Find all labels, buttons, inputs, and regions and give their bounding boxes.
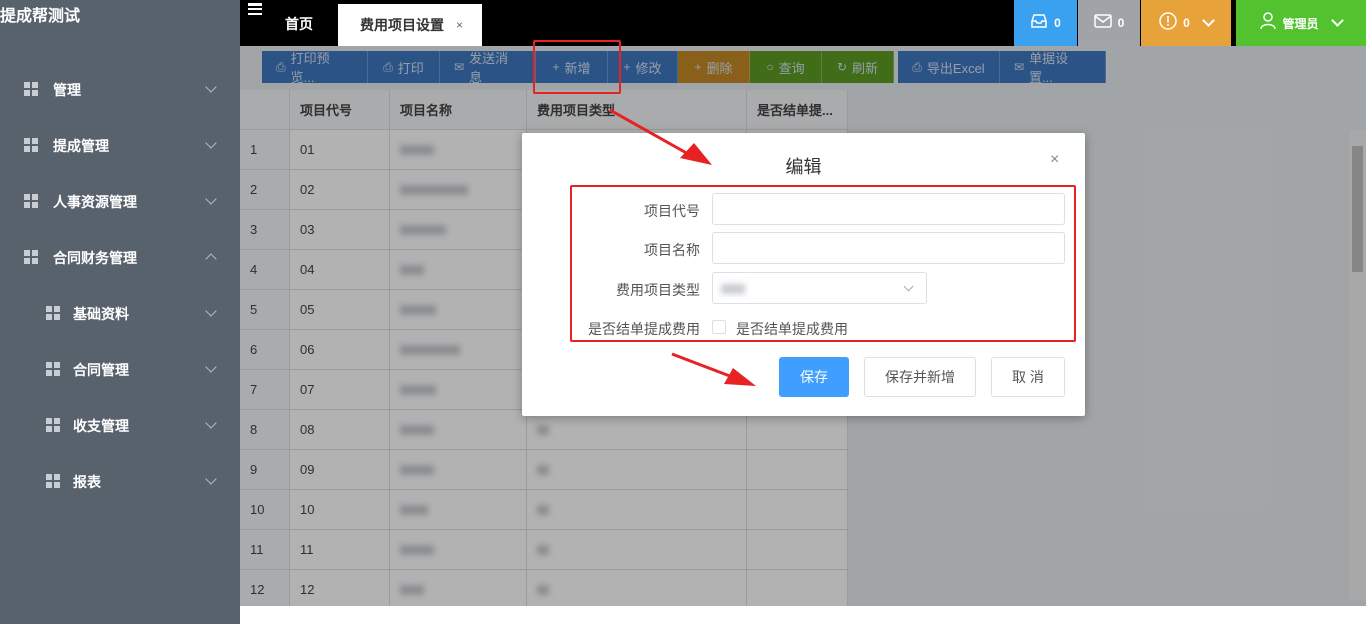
inbox-count: 0 <box>1054 16 1061 30</box>
sidebar-item-label: 提成管理 <box>53 138 109 154</box>
grid-icon <box>46 418 60 432</box>
inbox-icon <box>1030 13 1048 34</box>
grid-icon <box>24 250 38 264</box>
sidebar-item-label: 合同管理 <box>73 362 129 378</box>
inbox-button[interactable]: 0 <box>1014 0 1077 46</box>
chevron-up-icon <box>205 253 217 265</box>
grid-icon <box>24 82 38 96</box>
alert-button[interactable]: 0 <box>1141 0 1231 46</box>
close-icon[interactable]: × <box>1050 151 1059 169</box>
sidebar-item-label: 基础资料 <box>73 306 129 322</box>
sidebar-item-label: 人事资源管理 <box>53 194 137 210</box>
chevron-down-icon <box>205 417 217 429</box>
sidebar: 提成帮测试 管理 提成管理 人事资源管理 合同财务管理 基础资料 合同管理 收支… <box>0 0 240 624</box>
save-button[interactable]: 保存 <box>779 357 849 397</box>
edit-dialog: 编辑 × 项目代号 项目名称 费用项目类型 是否结单提成费用 是否结单提成费用 … <box>522 133 1085 416</box>
tab-expense-item-settings[interactable]: 费用项目设置 × <box>338 4 482 46</box>
sidebar-item-label: 管理 <box>53 82 81 98</box>
save-and-new-button[interactable]: 保存并新增 <box>864 357 976 397</box>
sidebar-item-hr[interactable]: 人事资源管理 <box>0 173 240 229</box>
alert-count: 0 <box>1183 16 1190 30</box>
dialog-title: 编辑 <box>785 157 822 177</box>
chevron-down-icon <box>205 361 217 373</box>
sidebar-item-basic-data[interactable]: 基础资料 <box>0 285 240 341</box>
sidebar-item-manage[interactable]: 管理 <box>0 61 240 117</box>
top-bar: 首页 费用项目设置 × 0 0 0 管理员 <box>240 0 1366 46</box>
tab-close-icon[interactable]: × <box>456 18 463 32</box>
bottom-strip <box>240 606 1366 624</box>
cancel-button[interactable]: 取 消 <box>991 357 1065 397</box>
chevron-down-icon <box>1201 13 1215 27</box>
menu-toggle-icon[interactable] <box>248 3 262 15</box>
tab-label: 费用项目设置 <box>360 17 444 33</box>
chevron-down-icon <box>205 81 217 93</box>
sidebar-item-label: 合同财务管理 <box>53 250 137 266</box>
mail-button[interactable]: 0 <box>1078 0 1140 46</box>
grid-icon <box>46 306 60 320</box>
form-highlight <box>570 185 1076 342</box>
chevron-down-icon <box>205 193 217 205</box>
chevron-down-icon <box>205 137 217 149</box>
sidebar-item-commission[interactable]: 提成管理 <box>0 117 240 173</box>
mail-icon <box>1093 13 1112 33</box>
user-icon <box>1260 11 1277 35</box>
sidebar-item-contract-finance[interactable]: 合同财务管理 <box>0 229 240 285</box>
tab-home[interactable]: 首页 <box>272 4 326 44</box>
sidebar-menu: 管理 提成管理 人事资源管理 合同财务管理 基础资料 合同管理 收支管理 报表 <box>0 61 240 509</box>
mail-count: 0 <box>1117 16 1125 30</box>
sidebar-item-income-expense[interactable]: 收支管理 <box>0 397 240 453</box>
sidebar-item-label: 报表 <box>73 474 101 490</box>
chevron-down-icon <box>205 473 217 485</box>
grid-icon <box>24 138 38 152</box>
grid-icon <box>46 362 60 376</box>
alert-icon <box>1159 11 1177 35</box>
sidebar-item-reports[interactable]: 报表 <box>0 453 240 509</box>
grid-icon <box>24 194 38 208</box>
chevron-down-icon <box>1330 13 1344 27</box>
chevron-down-icon <box>205 305 217 317</box>
user-label: 管理员 <box>1282 16 1319 31</box>
add-button-highlight <box>533 40 621 94</box>
sidebar-item-contract-manage[interactable]: 合同管理 <box>0 341 240 397</box>
app-title: 提成帮测试 <box>0 8 81 25</box>
user-menu-button[interactable]: 管理员 <box>1236 0 1366 46</box>
grid-icon <box>46 474 60 488</box>
sidebar-item-label: 收支管理 <box>73 418 129 434</box>
